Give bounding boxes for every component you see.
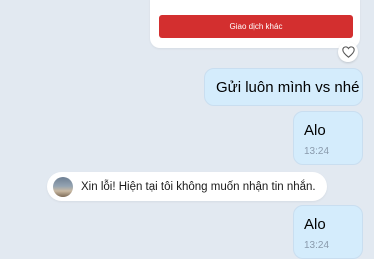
heart-icon (341, 46, 355, 58)
system-notice: Xin lỗi! Hiện tại tôi không muốn nhận ti… (47, 172, 327, 201)
system-notice-text: Xin lỗi! Hiện tại tôi không muốn nhận ti… (81, 180, 316, 193)
message-text: Alo (304, 216, 326, 233)
message-bubble[interactable]: Gửi luôn mình vs nhé (204, 68, 363, 106)
message-bubble[interactable]: Alo 13:24 (293, 111, 363, 165)
transaction-card: Giao dịch khác (150, 0, 360, 48)
message-time: 13:24 (304, 240, 330, 251)
message-text: Alo (304, 122, 326, 139)
avatar (53, 176, 73, 197)
message-time: 13:24 (304, 146, 330, 157)
message-text: Gửi luôn mình vs nhé (216, 79, 360, 96)
message-bubble[interactable]: Alo 13:24 (293, 205, 363, 259)
react-button[interactable] (338, 42, 358, 62)
other-transaction-button[interactable]: Giao dịch khác (159, 15, 353, 38)
